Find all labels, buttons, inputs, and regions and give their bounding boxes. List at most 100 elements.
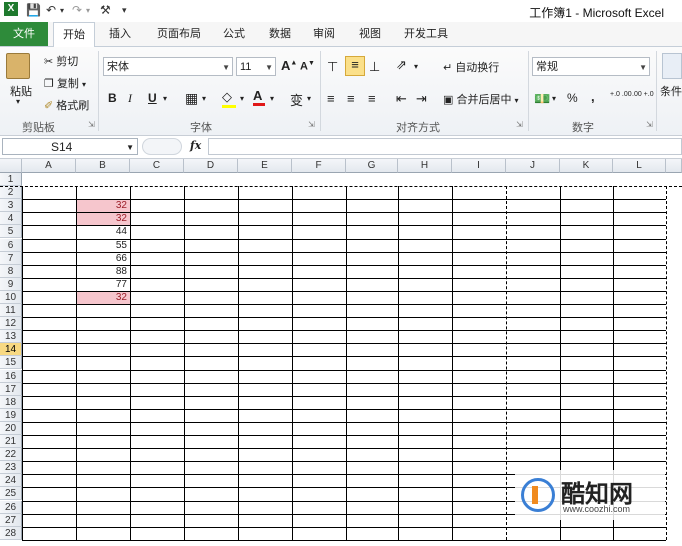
cell-b10[interactable]: 32 <box>77 291 130 304</box>
currency-icon[interactable]: 💵 <box>534 91 550 107</box>
row-header-17[interactable]: 17 <box>0 382 22 396</box>
tab-file[interactable]: 文件 <box>0 22 48 46</box>
bold-button[interactable]: B <box>108 91 117 105</box>
phonetic-dropdown-icon[interactable]: ▾ <box>307 94 311 103</box>
number-launcher-icon[interactable]: ⇲ <box>646 120 653 129</box>
row-header-15[interactable]: 15 <box>0 356 22 370</box>
column-header-l[interactable]: L <box>613 159 666 173</box>
paste-label[interactable]: 粘贴 <box>10 83 32 99</box>
increase-decimal-button[interactable]: +.0 .00 <box>610 91 632 98</box>
row-header-21[interactable]: 21 <box>0 435 22 449</box>
row-header-27[interactable]: 27 <box>0 513 22 527</box>
column-header-f[interactable]: F <box>292 159 346 173</box>
column-header-a[interactable]: A <box>22 159 76 173</box>
copy-button[interactable]: ❐ 复制 ▾ <box>44 75 86 91</box>
row-header-24[interactable]: 24 <box>0 474 22 488</box>
fill-dropdown-icon[interactable]: ▾ <box>240 94 244 103</box>
cut-button[interactable]: ✂ 剪切 <box>44 53 78 69</box>
cell-b3[interactable]: 32 <box>77 200 130 213</box>
format-painter-button[interactable]: ✐ 格式刷 <box>44 97 89 113</box>
row-header-23[interactable]: 23 <box>0 461 22 475</box>
tab-view[interactable]: 视图 <box>350 22 390 46</box>
column-header-h[interactable]: H <box>398 159 452 173</box>
column-header-g[interactable]: G <box>346 159 398 173</box>
cell-b5[interactable]: 44 <box>77 226 130 238</box>
conditional-formatting-icon[interactable] <box>662 53 682 79</box>
fill-color-button[interactable]: ◇ <box>222 89 236 108</box>
row-header-3[interactable]: 3 <box>0 199 22 213</box>
row-header-4[interactable]: 4 <box>0 212 22 226</box>
align-middle-icon[interactable]: ≡ <box>345 56 365 76</box>
font-color-button[interactable]: A <box>253 88 265 106</box>
font-color-dropdown-icon[interactable]: ▾ <box>270 94 274 103</box>
column-header-b[interactable]: B <box>76 159 130 173</box>
row-header-16[interactable]: 16 <box>0 369 22 383</box>
tab-home[interactable]: 开始 <box>53 22 95 47</box>
conditional-formatting-label[interactable]: 条件 <box>660 83 682 99</box>
decrease-decimal-button[interactable]: .00 +.0 <box>632 91 654 98</box>
row-header-14[interactable]: 14 <box>0 343 22 357</box>
row-header-5[interactable]: 5 <box>0 225 22 239</box>
align-left-icon[interactable]: ≡ <box>327 91 335 106</box>
column-header-k[interactable]: K <box>560 159 613 173</box>
row-header-1[interactable]: 1 <box>0 173 22 187</box>
merge-center-button[interactable]: ▣ 合并后居中 ▾ <box>443 91 519 107</box>
align-center-icon[interactable]: ≡ <box>347 91 355 106</box>
paste-dropdown-icon[interactable]: ▾ <box>16 97 20 106</box>
row-header-28[interactable]: 28 <box>0 526 22 540</box>
grow-font-button[interactable]: A▲ <box>281 58 297 73</box>
cell-b6[interactable]: 55 <box>77 240 130 252</box>
cell-b4[interactable]: 32 <box>77 213 130 226</box>
cell-b8[interactable]: 88 <box>77 266 130 278</box>
tab-data[interactable]: 数据 <box>260 22 300 46</box>
format-painter-qa-icon[interactable]: ⚒ <box>100 3 111 17</box>
row-header-13[interactable]: 13 <box>0 330 22 344</box>
align-right-icon[interactable]: ≡ <box>368 91 376 106</box>
row-header-22[interactable]: 22 <box>0 448 22 462</box>
increase-indent-icon[interactable]: ⇥ <box>416 91 427 107</box>
row-header-7[interactable]: 7 <box>0 251 22 265</box>
underline-dropdown-icon[interactable]: ▾ <box>163 94 167 103</box>
row-header-19[interactable]: 19 <box>0 408 22 422</box>
wrap-text-button[interactable]: ↵ 自动换行 <box>443 59 499 75</box>
formula-input[interactable] <box>208 138 682 155</box>
formula-bar-handle[interactable] <box>142 138 182 155</box>
alignment-launcher-icon[interactable]: ⇲ <box>516 120 523 129</box>
row-header-2[interactable]: 2 <box>0 186 22 200</box>
orientation-dropdown-icon[interactable]: ▾ <box>414 62 418 71</box>
undo-icon[interactable]: ↶ <box>46 3 56 17</box>
row-header-26[interactable]: 26 <box>0 500 22 514</box>
underline-button[interactable]: U <box>148 91 157 105</box>
shrink-font-button[interactable]: A▼ <box>300 60 315 73</box>
insert-function-icon[interactable]: fx <box>190 139 201 152</box>
row-header-20[interactable]: 20 <box>0 421 22 435</box>
row-header-8[interactable]: 8 <box>0 264 22 278</box>
font-size-combo[interactable]: 11 ▼ <box>236 57 276 76</box>
column-header-d[interactable]: D <box>184 159 238 173</box>
row-header-11[interactable]: 11 <box>0 304 22 318</box>
column-header-e[interactable]: E <box>238 159 292 173</box>
clipboard-launcher-icon[interactable]: ⇲ <box>88 120 95 129</box>
font-launcher-icon[interactable]: ⇲ <box>308 120 315 129</box>
tab-page-layout[interactable]: 页面布局 <box>148 22 210 46</box>
decrease-indent-icon[interactable]: ⇤ <box>396 91 407 107</box>
name-box[interactable]: S14 ▼ <box>2 138 138 155</box>
row-header-9[interactable]: 9 <box>0 277 22 291</box>
tab-formulas[interactable]: 公式 <box>214 22 254 46</box>
tab-insert[interactable]: 插入 <box>100 22 140 46</box>
customize-icon[interactable]: ▾ <box>122 5 127 16</box>
row-header-12[interactable]: 12 <box>0 317 22 331</box>
paste-button[interactable] <box>6 53 34 81</box>
number-format-combo[interactable]: 常规 ▼ <box>532 57 650 76</box>
align-bottom-icon[interactable]: ⊥ <box>369 59 380 75</box>
phonetic-button[interactable]: 变 <box>290 90 303 109</box>
save-icon[interactable]: 💾 <box>26 3 41 17</box>
align-top-icon[interactable]: ⊤ <box>327 59 338 75</box>
borders-icon[interactable]: ▦ <box>185 90 198 107</box>
orientation-icon[interactable]: ⇗ <box>396 57 407 73</box>
currency-dropdown-icon[interactable]: ▾ <box>552 94 556 103</box>
select-all-corner[interactable] <box>0 159 22 173</box>
percent-button[interactable]: % <box>567 91 578 105</box>
cell-b7[interactable]: 66 <box>77 253 130 265</box>
row-header-25[interactable]: 25 <box>0 487 22 501</box>
